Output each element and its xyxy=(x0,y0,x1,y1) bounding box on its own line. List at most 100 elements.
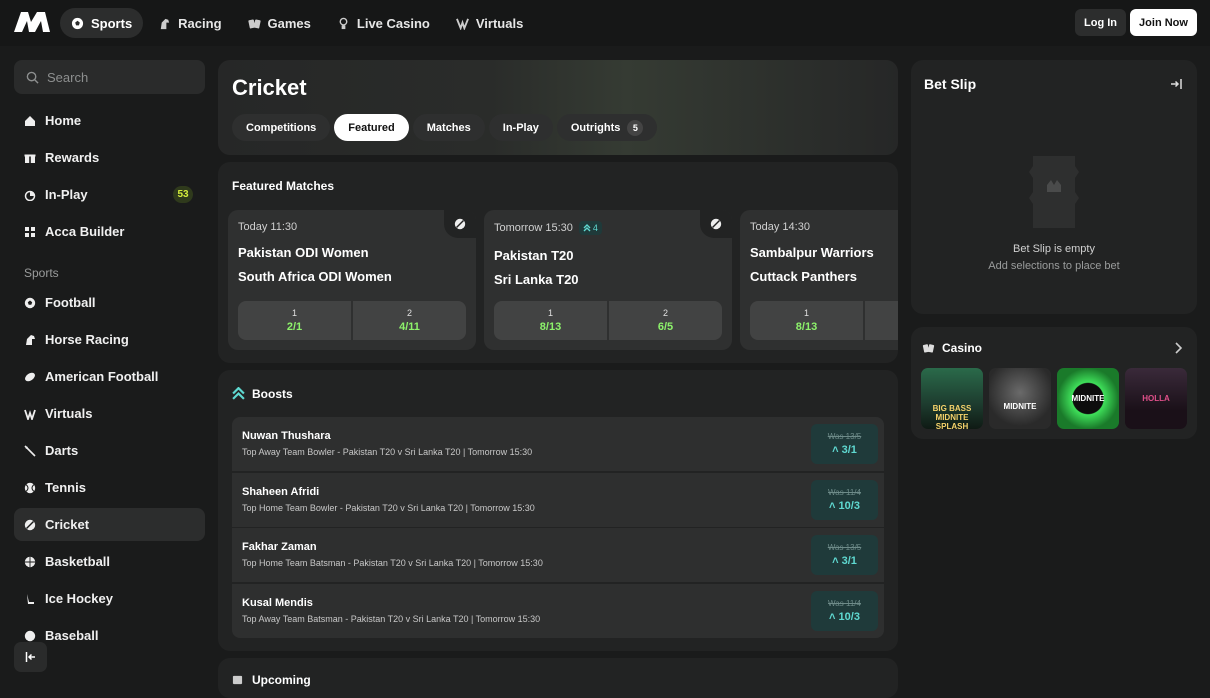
casino-game-tile[interactable]: MIDNITE xyxy=(989,368,1051,429)
tab-featured[interactable]: Featured xyxy=(334,114,409,141)
odds-button[interactable] xyxy=(865,301,898,340)
horse-icon xyxy=(26,334,35,345)
sidebar-item-label: Basketball xyxy=(45,554,111,569)
cricket-tabs: Competitions Featured Matches In-Play Ou… xyxy=(232,114,658,141)
boost-odds-button[interactable]: Was 13/5 ˄ 3/1 xyxy=(811,535,878,575)
odds-value: 8/13 xyxy=(539,321,562,333)
baseball-icon xyxy=(24,630,36,641)
tab-outrights[interactable]: Outrights 5 xyxy=(556,114,658,141)
sidebar-item-tennis[interactable]: Tennis xyxy=(14,471,205,504)
nav-live-casino[interactable]: Live Casino xyxy=(326,8,441,38)
join-now-button[interactable]: Join Now xyxy=(1130,9,1197,36)
empty-slip-icon xyxy=(1029,156,1079,228)
boosts-panel: Boosts Nuwan Thushara Top Away Team Bowl… xyxy=(218,370,898,651)
sidebar-item-darts[interactable]: Darts xyxy=(14,434,205,467)
tennis-ball-icon xyxy=(24,482,36,493)
match-corner xyxy=(444,210,476,238)
hockey-stick-icon xyxy=(27,593,34,604)
search-placeholder: Search xyxy=(47,69,89,85)
nav-label: Games xyxy=(267,15,311,31)
sidebar-item-in-play[interactable]: In-Play 53 xyxy=(14,178,205,211)
match-time-text: Today 14:30 xyxy=(750,221,810,233)
tab-in-play[interactable]: In-Play xyxy=(488,114,553,141)
tab-label: Outrights xyxy=(570,121,621,134)
nav-sports[interactable]: Sports xyxy=(60,8,144,38)
featured-title: Featured Matches xyxy=(232,179,335,193)
odds-value: 2/1 xyxy=(286,321,303,333)
odds-button[interactable]: 2 4/11 xyxy=(353,301,466,340)
tab-label: Matches xyxy=(426,121,471,134)
odds-label: 1 xyxy=(547,308,553,318)
tab-label: In-Play xyxy=(502,121,539,134)
sidebar-item-cricket[interactable]: Cricket xyxy=(14,508,205,541)
tab-matches[interactable]: Matches xyxy=(412,114,485,141)
odds-button[interactable]: 2 6/5 xyxy=(609,301,722,340)
odds-row: 1 8/13 2 6/5 xyxy=(494,301,722,340)
sidebar-item-home[interactable]: Home xyxy=(14,104,205,137)
sidebar-item-acca-builder[interactable]: Acca Builder xyxy=(14,215,205,248)
boost-row[interactable]: Fakhar Zaman Top Home Team Batsman - Pak… xyxy=(232,528,884,582)
nav-label: Virtuals xyxy=(475,15,524,31)
casino-game-tile[interactable]: BIG BASS MIDNITE SPLASH xyxy=(921,368,983,429)
nav-virtuals[interactable]: Virtuals xyxy=(445,8,534,38)
odds-button[interactable]: 1 8/13 xyxy=(494,301,607,340)
football-icon xyxy=(24,297,36,308)
odds-label: 1 xyxy=(291,308,297,318)
collapse-right-icon[interactable] xyxy=(1170,78,1183,90)
odds-label: 2 xyxy=(406,308,412,318)
cards-icon xyxy=(922,344,935,353)
cricket-hero: Cricket Competitions Featured Matches In… xyxy=(218,60,898,155)
casino-game-tile[interactable]: MIDNITE xyxy=(1057,368,1119,429)
sidebar-item-football[interactable]: Football xyxy=(14,286,205,319)
match-card[interactable]: Tomorrow 15:30 4 Pakistan T20 Sri Lanka … xyxy=(484,210,732,350)
chevron-right-icon[interactable] xyxy=(1173,342,1183,354)
nav-games[interactable]: Games xyxy=(237,8,322,38)
match-corner xyxy=(700,210,732,238)
sidebar-item-basketball[interactable]: Basketball xyxy=(14,545,205,578)
boost-odds-button[interactable]: Was 13/5 ˄ 3/1 xyxy=(811,424,878,464)
odds-row: 1 2/1 2 4/11 xyxy=(238,301,466,340)
cricket-ball-icon xyxy=(710,218,722,230)
collapse-sidebar-button[interactable] xyxy=(14,642,47,672)
sidebar-item-ice-hockey[interactable]: Ice Hockey xyxy=(14,582,205,615)
cards-icon xyxy=(247,18,261,28)
tab-competitions[interactable]: Competitions xyxy=(232,114,331,141)
odds-button[interactable]: 1 8/13 xyxy=(750,301,863,340)
casino-game-tile[interactable]: HOLLA xyxy=(1125,368,1187,429)
upcoming-title: Upcoming xyxy=(252,673,311,687)
match-card[interactable]: Today 14:30 Sambalpur Warriors Cuttack P… xyxy=(740,210,898,350)
sidebar-item-label: In-Play xyxy=(45,187,88,202)
bet-slip-title: Bet Slip xyxy=(924,76,977,92)
featured-matches-panel: Featured Matches Today 11:30 Pakistan OD… xyxy=(218,162,898,363)
collapse-left-icon xyxy=(25,652,35,662)
home-icon xyxy=(25,115,35,126)
boost-odds-button[interactable]: Was 11/4 ˄ 10/3 xyxy=(811,480,878,520)
boost-player: Kusal Mendis xyxy=(242,597,313,609)
sidebar-item-virtuals[interactable]: Virtuals xyxy=(14,397,205,430)
boost-row[interactable]: Nuwan Thushara Top Away Team Bowler - Pa… xyxy=(232,417,884,471)
midnite-logo[interactable] xyxy=(12,11,52,33)
nav-racing[interactable]: Racing xyxy=(147,8,232,38)
boost-new-odds: ˄ 10/3 xyxy=(829,500,860,512)
match-time-text: Tomorrow 15:30 xyxy=(494,222,573,234)
page-title: Cricket xyxy=(232,75,307,100)
login-button[interactable]: Log In xyxy=(1075,9,1126,36)
sidebar-item-horse-racing[interactable]: Horse Racing xyxy=(14,323,205,356)
grid-icon xyxy=(25,226,35,237)
match-card[interactable]: Today 11:30 Pakistan ODI Women South Afr… xyxy=(228,210,476,350)
boost-description: Top Away Team Bowler - Pakistan T20 v Sr… xyxy=(242,447,533,457)
tab-label: Featured xyxy=(348,121,395,134)
boost-odds-button[interactable]: Was 11/4 ˄ 10/3 xyxy=(811,591,878,631)
odds-button[interactable]: 1 2/1 xyxy=(238,301,351,340)
boost-row[interactable]: Shaheen Afridi Top Home Team Bowler - Pa… xyxy=(232,473,884,527)
boost-new-odds-value: 10/3 xyxy=(838,611,860,623)
search-input[interactable]: Search xyxy=(14,60,205,94)
team-home: Pakistan T20 xyxy=(494,248,574,263)
sidebar-item-rewards[interactable]: Rewards xyxy=(14,141,205,174)
boost-row[interactable]: Kusal Mendis Top Away Team Batsman - Pak… xyxy=(232,584,884,638)
sidebar-item-label: Ice Hockey xyxy=(45,591,113,606)
boost-was-odds: Was 13/5 xyxy=(827,432,862,441)
boost-new-odds-value: 3/1 xyxy=(841,444,857,456)
sidebar-item-label: Darts xyxy=(45,443,79,458)
sidebar-item-american-football[interactable]: American Football xyxy=(14,360,205,393)
